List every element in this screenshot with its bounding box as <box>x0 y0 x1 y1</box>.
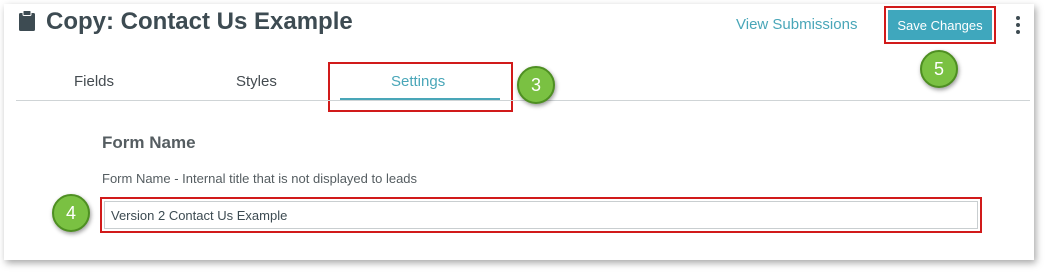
callout-badge: 4 <box>52 194 90 232</box>
callout-badge: 5 <box>920 50 958 88</box>
tab-fields[interactable]: Fields <box>74 73 114 90</box>
form-name-label: Form Name - Internal title that is not d… <box>102 171 418 186</box>
tabs-divider <box>16 100 1030 101</box>
more-vertical-icon[interactable] <box>1014 16 1022 36</box>
form-name-input[interactable] <box>104 201 978 229</box>
view-submissions-link[interactable]: View Submissions <box>736 16 857 33</box>
save-changes-button[interactable]: Save Changes <box>888 10 992 40</box>
section-title: Form Name <box>102 133 196 152</box>
clipboard-icon <box>19 10 35 31</box>
tab-styles[interactable]: Styles <box>236 73 277 90</box>
page-title: Copy: Contact Us Example <box>46 8 353 35</box>
settings-tab-highlight <box>328 62 513 112</box>
callout-badge: 3 <box>517 66 555 104</box>
